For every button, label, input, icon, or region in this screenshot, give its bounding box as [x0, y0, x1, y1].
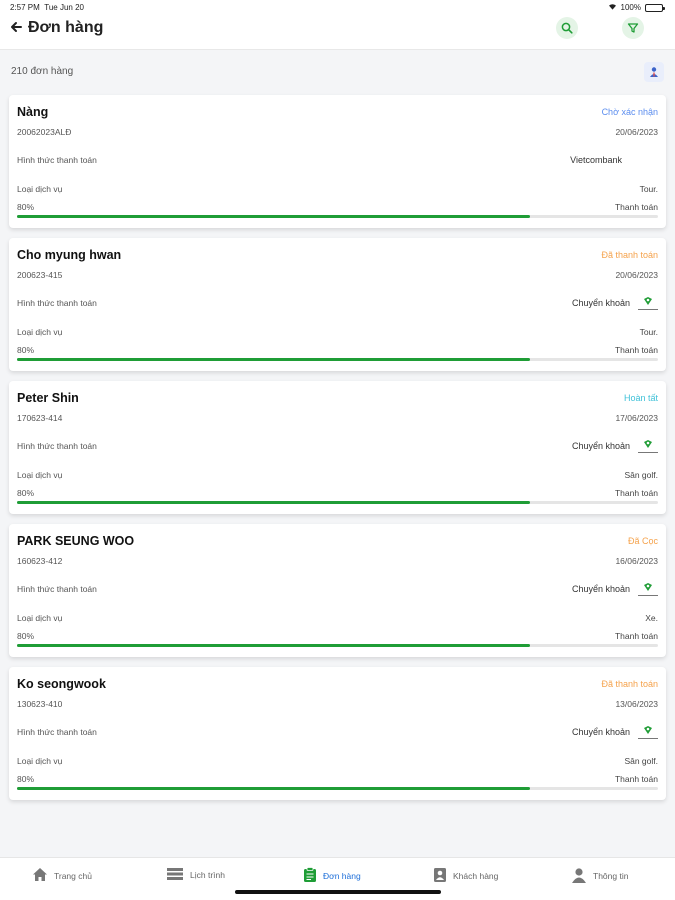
status-badge: Đã thanh toán: [601, 250, 658, 260]
bank-transfer-icon: [638, 439, 658, 453]
service-type-label: Loại dịch vụ: [17, 184, 63, 194]
order-card[interactable]: Nàng Chờ xác nhận 20062023ALĐ 20/06/2023…: [9, 95, 666, 228]
progress-percent: 80%: [17, 202, 35, 212]
status-badge: Đã thanh toán: [601, 679, 658, 689]
wifi-icon: [608, 3, 617, 12]
battery-icon: [645, 3, 665, 12]
search-icon[interactable]: [556, 17, 578, 39]
progress-percent: 80%: [17, 488, 35, 498]
progress-fill: [17, 501, 530, 504]
status-badge: Chờ xác nhận: [601, 107, 658, 117]
customer-name: Cho myung hwan: [17, 248, 122, 262]
payment-method-value: Chuyển khoản: [572, 439, 658, 453]
customer-name: Peter Shin: [17, 391, 79, 405]
progress-bar: [17, 501, 658, 504]
service-type-value: Sân golf.: [624, 470, 658, 480]
tab-label: Thông tin: [593, 871, 629, 881]
progress-bar: [17, 215, 658, 218]
page-title: Đơn hàng: [28, 19, 104, 36]
payment-method-label: Hình thức thanh toán: [17, 298, 97, 308]
filter-icon[interactable]: [622, 17, 644, 39]
service-type-value: Tour.: [639, 184, 658, 194]
clipboard-icon: [303, 867, 317, 885]
home-icon: [32, 867, 48, 884]
home-indicator: [235, 890, 441, 894]
order-date: 13/06/2023: [615, 699, 658, 709]
order-code: 130623-410: [17, 699, 63, 709]
progress-fill: [17, 215, 530, 218]
tab-profile[interactable]: Thông tin: [571, 867, 628, 885]
tab-label: Khách hàng: [453, 871, 499, 881]
tab-schedule[interactable]: Lịch trình: [166, 867, 225, 883]
contact-icon: [433, 867, 447, 885]
customer-name: Ko seongwook: [17, 677, 106, 691]
payment-method-label: Hình thức thanh toán: [17, 441, 97, 451]
service-type-label: Loại dịch vụ: [17, 470, 63, 480]
customer-name: Nàng: [17, 105, 49, 119]
app-header: Đơn hàng: [0, 14, 675, 50]
person-upload-icon[interactable]: [644, 62, 664, 82]
payment-state: Thanh toán: [614, 774, 658, 784]
service-type-value: Sân golf.: [624, 756, 658, 766]
schedule-icon: [166, 867, 184, 883]
order-date: 20/06/2023: [615, 270, 658, 280]
payment-method-value: Chuyển khoản: [572, 725, 658, 739]
tab-orders[interactable]: Đơn hàng: [303, 867, 361, 885]
progress-percent: 80%: [17, 631, 35, 641]
order-card[interactable]: PARK SEUNG WOO Đã Cọc 160623-412 16/06/2…: [9, 524, 666, 657]
payment-state: Thanh toán: [614, 202, 658, 212]
status-badge: Đã Cọc: [627, 536, 658, 546]
progress-bar: [17, 787, 658, 790]
order-count: 210 đơn hàng: [11, 66, 74, 77]
order-card[interactable]: Peter Shin Hoàn tất 170623-414 17/06/202…: [9, 381, 666, 514]
progress-percent: 80%: [17, 774, 35, 784]
order-code: 20062023ALĐ: [17, 127, 72, 137]
arrow-left-icon[interactable]: [10, 20, 22, 38]
order-date: 17/06/2023: [615, 413, 658, 423]
tab-home[interactable]: Trang chủ: [32, 867, 92, 884]
payment-method-value: Vietcombank: [570, 155, 622, 165]
status-badge: Hoàn tất: [623, 393, 658, 403]
order-code: 160623-412: [17, 556, 63, 566]
tab-label: Đơn hàng: [323, 871, 361, 881]
bank-transfer-icon: [638, 296, 658, 310]
status-time: 2:57 PM Tue Jun 20: [10, 3, 84, 12]
payment-method-label: Hình thức thanh toán: [17, 584, 97, 594]
service-type-label: Loại dịch vụ: [17, 756, 63, 766]
summary-row: 210 đơn hàng: [0, 50, 675, 92]
order-date: 16/06/2023: [615, 556, 658, 566]
battery-percent: 100%: [620, 3, 641, 12]
payment-method-label: Hình thức thanh toán: [17, 727, 97, 737]
payment-state: Thanh toán: [614, 345, 658, 355]
payment-state: Thanh toán: [614, 488, 658, 498]
payment-method-value: Chuyển khoản: [572, 296, 658, 310]
progress-fill: [17, 644, 530, 647]
service-type-value: Tour.: [639, 327, 658, 337]
order-card[interactable]: Cho myung hwan Đã thanh toán 200623-415 …: [9, 238, 666, 371]
tab-label: Trang chủ: [54, 870, 92, 881]
service-type-label: Loại dịch vụ: [17, 327, 63, 337]
progress-fill: [17, 358, 530, 361]
progress-bar: [17, 358, 658, 361]
payment-state: Thanh toán: [614, 631, 658, 641]
order-code: 170623-414: [17, 413, 63, 423]
progress-bar: [17, 644, 658, 647]
tab-customers[interactable]: Khách hàng: [433, 867, 498, 885]
status-right: 100%: [608, 3, 665, 12]
payment-method-value: Chuyển khoản: [572, 582, 658, 596]
status-bar: 2:57 PM Tue Jun 20 100%: [0, 0, 675, 14]
progress-percent: 80%: [17, 345, 35, 355]
bank-transfer-icon: [638, 725, 658, 739]
order-card[interactable]: Ko seongwook Đã thanh toán 130623-410 13…: [9, 667, 666, 800]
order-code: 200623-415: [17, 270, 63, 280]
customer-name: PARK SEUNG WOO: [17, 534, 135, 548]
user-icon: [571, 867, 587, 885]
service-type-value: Xe.: [645, 613, 658, 623]
progress-fill: [17, 787, 530, 790]
service-type-label: Loại dịch vụ: [17, 613, 63, 623]
tab-label: Lịch trình: [190, 870, 225, 880]
order-date: 20/06/2023: [615, 127, 658, 137]
bank-transfer-icon: [638, 582, 658, 596]
payment-method-label: Hình thức thanh toán: [17, 155, 97, 165]
